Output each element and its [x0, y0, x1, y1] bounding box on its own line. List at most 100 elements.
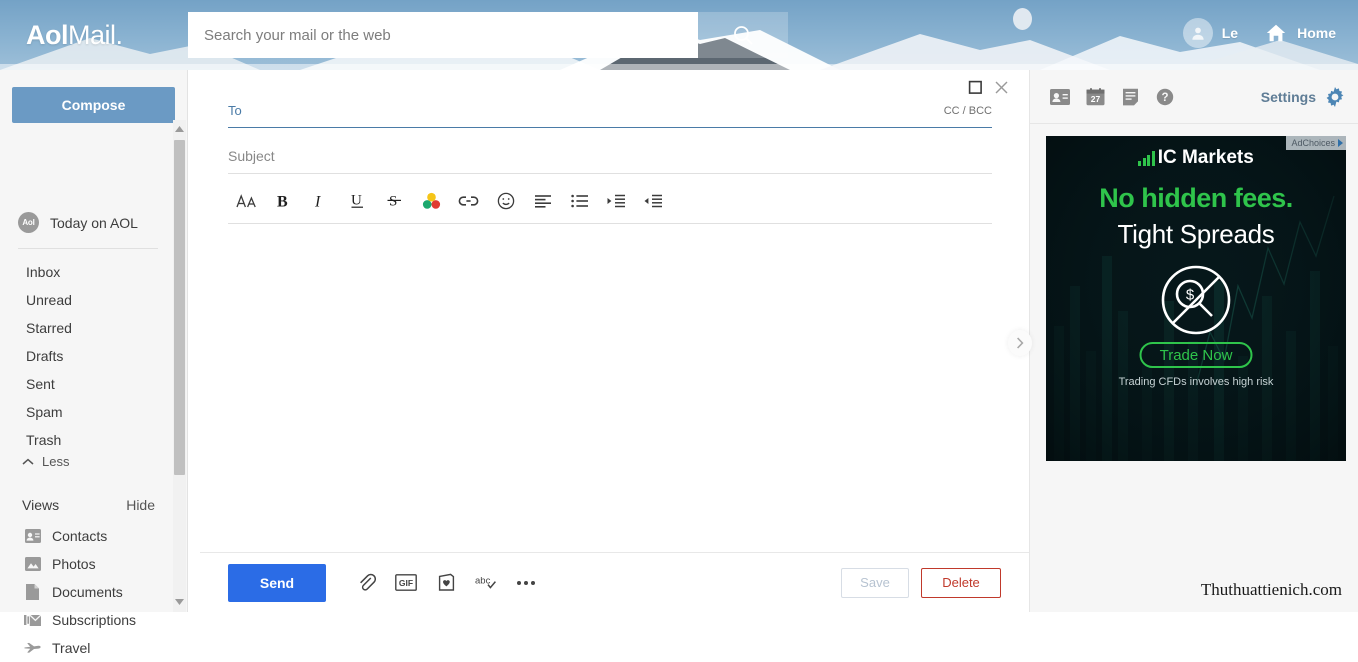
notepad-icon [1122, 88, 1138, 105]
adchoices-triangle-icon [1338, 139, 1343, 147]
emoji-button[interactable] [487, 185, 524, 217]
link-button[interactable] [450, 185, 487, 217]
user-name-label: Le [1221, 25, 1239, 41]
text-color-button[interactable] [413, 185, 450, 217]
subject-input[interactable] [228, 142, 992, 169]
to-field-row: To CC / BCC [228, 94, 992, 128]
ad-cta-button[interactable]: Trade Now [1139, 342, 1253, 368]
expand-panel-handle[interactable] [1008, 330, 1032, 356]
folder-label: Spam [26, 404, 63, 420]
views-header: Views Hide [22, 497, 155, 513]
compose-button[interactable]: Compose [12, 87, 175, 123]
bold-button[interactable]: B [265, 185, 302, 217]
scroll-up-arrow-icon[interactable] [174, 122, 185, 135]
sidebar-less-toggle[interactable]: Less [22, 454, 69, 469]
travel-plane-icon [24, 640, 41, 657]
sidebar-item-unread[interactable]: Unread [0, 286, 188, 314]
aol-mail-logo[interactable]: AolMail. [26, 20, 123, 51]
sidebar-item-inbox[interactable]: Inbox [0, 258, 188, 286]
avatar [1182, 18, 1213, 48]
folder-label: Drafts [26, 348, 64, 364]
svg-text:GIF: GIF [399, 578, 413, 588]
folder-label: Inbox [26, 264, 61, 280]
maximize-button[interactable] [968, 80, 983, 95]
greeting-card-button[interactable] [428, 566, 464, 600]
align-button[interactable] [524, 185, 561, 217]
user-avatar-icon [1192, 27, 1204, 40]
sidebar-item-photos[interactable]: Photos [0, 550, 188, 578]
attach-file-button[interactable] [348, 566, 384, 600]
link-icon [458, 195, 479, 206]
underline-icon: U [351, 193, 363, 209]
sidebar-item-subscriptions[interactable]: Subscriptions [0, 606, 188, 634]
cc-bcc-toggle[interactable]: CC / BCC [934, 105, 992, 117]
view-label: Subscriptions [52, 612, 137, 628]
font-size-button[interactable] [228, 185, 265, 217]
contacts-panel-icon [1050, 88, 1070, 105]
spellcheck-button[interactable]: abc [468, 566, 504, 600]
search-button[interactable] [698, 12, 788, 58]
sidebar-scrollbar-thumb[interactable] [174, 140, 185, 475]
view-label: Documents [52, 584, 123, 600]
contacts-panel-button[interactable] [1048, 85, 1072, 109]
view-label: Contacts [52, 528, 108, 544]
gear-icon [1326, 86, 1344, 107]
maximize-icon [968, 80, 982, 94]
logo-mail-text: Mail. [68, 20, 123, 50]
sidebar-item-contacts[interactable]: Contacts [0, 522, 188, 550]
message-body-input[interactable] [228, 226, 992, 556]
sidebar-item-documents[interactable]: Documents [0, 578, 188, 606]
compose-action-bar: Send GIF abc Save Delete [200, 552, 1029, 612]
bulleted-list-button[interactable] [561, 185, 598, 217]
home-label: Home [1297, 25, 1336, 41]
to-input[interactable] [255, 97, 934, 124]
settings-label: Settings [1260, 88, 1316, 105]
settings-button[interactable]: Settings [1260, 86, 1345, 107]
more-options-button[interactable] [508, 566, 544, 600]
ad-subheadline: Tight Spreads [1117, 219, 1275, 249]
send-button[interactable]: Send [228, 563, 326, 602]
text-color-icon [422, 192, 441, 209]
sidebar-item-today-on-aol[interactable]: Aol Today on AOL [18, 212, 138, 233]
sidebar-divider [18, 248, 158, 249]
svg-text:S: S [389, 194, 397, 210]
search-input[interactable] [188, 12, 698, 58]
italic-button[interactable]: I [302, 185, 339, 217]
outdent-button[interactable] [635, 185, 672, 217]
right-rail: 27 ? Settings AdChoices IC Markets No hi… [1029, 70, 1358, 612]
sidebar-item-sent[interactable]: Sent [0, 370, 188, 398]
underline-button[interactable]: U [339, 185, 376, 217]
more-options-icon [517, 580, 535, 585]
sidebar-item-starred[interactable]: Starred [0, 314, 188, 342]
compose-window: To CC / BCC B I U [200, 70, 1029, 612]
insert-gif-button[interactable]: GIF [388, 566, 424, 600]
view-label: Photos [52, 556, 96, 572]
ad-disclaimer: Trading CFDs involves high risk [1118, 376, 1274, 388]
calendar-button[interactable]: 27 [1083, 85, 1107, 109]
home-link[interactable]: Home [1264, 22, 1336, 44]
calendar-icon: 27 [1086, 87, 1104, 105]
calendar-day-number: 27 [1090, 94, 1100, 104]
compose-window-controls [968, 80, 1009, 95]
notepad-button[interactable] [1118, 85, 1142, 109]
user-menu[interactable]: Le [1182, 18, 1239, 48]
indent-button[interactable] [598, 185, 635, 217]
help-button[interactable]: ? [1153, 85, 1177, 109]
logo-aol-text: Aol [26, 20, 69, 50]
gif-icon: GIF [395, 574, 417, 591]
views-label: Views [22, 497, 60, 513]
sidebar-item-drafts[interactable]: Drafts [0, 342, 188, 370]
delete-button[interactable]: Delete [921, 567, 1001, 598]
sidebar-item-travel[interactable]: Travel [0, 634, 188, 662]
strikethrough-button[interactable]: S [376, 185, 413, 217]
to-label: To [228, 103, 242, 118]
scroll-down-arrow-icon[interactable] [174, 595, 185, 608]
save-button[interactable]: Save [841, 567, 909, 598]
advertisement[interactable]: AdChoices IC Markets No hidden fees. Tig… [1046, 136, 1346, 461]
close-button[interactable] [994, 80, 1009, 95]
views-hide-button[interactable]: Hide [126, 497, 155, 513]
sidebar-item-trash[interactable]: Trash [0, 426, 188, 454]
ad-brand: IC Markets [1046, 147, 1346, 169]
indent-icon [607, 194, 625, 207]
sidebar-item-spam[interactable]: Spam [0, 398, 188, 426]
